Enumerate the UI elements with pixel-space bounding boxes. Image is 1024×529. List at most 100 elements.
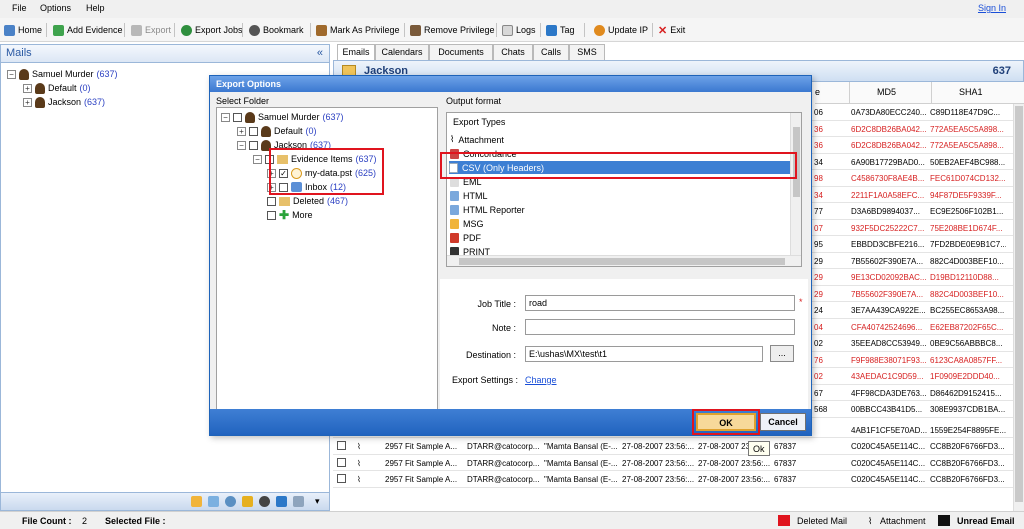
row-checkbox[interactable] [337,474,346,483]
chevron-down-icon[interactable]: ▾ [315,496,320,507]
eye-icon[interactable] [259,496,270,507]
scrollbar-thumb[interactable] [1015,106,1023,502]
row-checkbox[interactable] [337,441,346,450]
collapse-icon[interactable]: − [7,69,16,79]
job-title-input[interactable] [525,295,795,311]
folder-checkbox[interactable] [265,154,274,164]
tab-emails[interactable]: Emails [337,44,375,60]
logs-icon [502,24,513,36]
collapse-icon[interactable]: − [253,154,262,164]
expand-icon[interactable]: + [23,83,32,93]
export-type-pdf[interactable]: PDF [450,231,481,244]
collapse-panel-icon[interactable]: « [317,47,323,59]
export-type-attachment[interactable]: ⌇ Attachment [450,133,504,146]
tree-item-deleted[interactable]: Deleted (467) [267,194,348,208]
tree-item-more[interactable]: ✚ More [267,208,313,222]
tree-item-samuel-murder[interactable]: − Samuel Murder (637) [221,110,344,124]
sign-in-link[interactable]: Sign In [978,3,1006,13]
key-icon[interactable] [242,496,253,507]
tab-calls[interactable]: Calls [533,44,569,60]
export-type-html-reporter[interactable]: HTML Reporter [450,203,525,216]
calendar-view-icon[interactable] [208,496,219,507]
column-header-sha1[interactable]: SHA1 [959,87,983,97]
export-button[interactable]: Export [131,22,171,38]
add-evidence-button[interactable]: Add Evidence [53,22,123,38]
export-type-concordance[interactable]: Concordance [450,147,517,160]
table-row[interactable]: ⌇ 2957 Fit Sample A... DTARR@catocorp... "M… [333,471,1024,488]
cell-sha1: EC9E2506F102B1... [930,207,1004,216]
expand-icon[interactable]: + [237,126,246,136]
search-icon[interactable] [225,496,236,507]
tree-item-jackson[interactable]: + Jackson (637) [23,95,105,109]
list-scrollbar[interactable] [790,113,801,256]
logs-button[interactable]: Logs [502,22,536,38]
export-jobs-button[interactable]: Export Jobs [181,22,243,38]
scrollbar-thumb[interactable] [459,258,785,265]
toolbar-divider [652,23,653,37]
inbox-checkbox[interactable] [279,182,288,192]
select-folder-label: Select Folder [216,96,270,106]
folder-checkbox[interactable] [249,140,258,150]
cell-size: 24 [814,306,823,315]
table-row[interactable]: ⌇ 2957 Fit Sample A... DTARR@catocorp... "M… [333,455,1024,471]
folder-checkbox[interactable] [249,126,258,136]
tree-item-evidence-items[interactable]: − Evidence Items (637) [253,152,377,166]
clipboard-icon[interactable] [293,496,304,507]
change-settings-link[interactable]: Change [525,375,557,385]
tab-chats[interactable]: Chats [493,44,533,60]
tree-item-inbox[interactable]: + Inbox (12) [267,180,346,194]
update-ip-button[interactable]: Update IP [594,22,648,38]
home-button[interactable]: Home [4,22,42,38]
exit-button[interactable]: ✕ Exit [658,22,685,38]
column-header-size[interactable]: e [815,87,820,97]
scrollbar-thumb[interactable] [793,127,800,197]
tree-item-default[interactable]: + Default (0) [237,124,317,138]
tree-item-default[interactable]: + Default (0) [23,81,91,95]
export-type-csv[interactable]: CSV (Only Headers) [449,161,791,174]
collapse-icon[interactable]: − [237,140,246,150]
cancel-button[interactable]: Cancel [760,413,806,431]
tab-documents[interactable]: Documents [429,44,493,60]
table-row[interactable]: ⌇ 2957 Fit Sample A... DTARR@catocorp... "M… [333,438,1024,455]
menu-help[interactable]: Help [86,3,105,13]
expand-icon[interactable]: + [23,97,32,107]
note-input[interactable] [525,319,795,335]
mark-privilege-button[interactable]: Mark As Privilege [316,22,400,38]
remove-privilege-button[interactable]: Remove Privilege [410,22,495,38]
deleted-checkbox[interactable] [267,196,276,206]
more-checkbox[interactable] [267,210,276,220]
tree-item-jackson[interactable]: − Jackson (637) [237,138,331,152]
required-mark: * [799,297,803,307]
browse-button[interactable]: ... [770,345,794,362]
export-type-eml[interactable]: EML [450,175,482,188]
vertical-scrollbar[interactable] [1013,104,1024,511]
pst-checkbox[interactable]: ✓ [279,168,288,178]
note-label: Note : [491,323,516,333]
folder-checkbox[interactable] [233,112,242,122]
cell-md5: 3E7AA439CA922E... [851,306,926,315]
mail-view-icon[interactable] [191,496,202,507]
tree-item-my-data-pst[interactable]: + ✓ my-data.pst (625) [267,166,376,180]
toolbar-divider [584,23,585,37]
tab-sms[interactable]: SMS [569,44,605,60]
list-hscrollbar[interactable] [447,255,801,266]
collapse-icon[interactable]: − [221,112,230,122]
ok-button[interactable]: OK [696,413,756,431]
expand-icon[interactable]: + [267,182,276,192]
tag-button[interactable]: Tag [546,22,575,38]
menu-options[interactable]: Options [40,3,71,13]
tab-calendars[interactable]: Calendars [375,44,429,60]
tree-item-samuel-murder[interactable]: − Samuel Murder (637) [7,67,118,81]
export-type-msg[interactable]: MSG [450,217,484,230]
destination-input[interactable] [525,346,763,362]
bookmark-button[interactable]: Bookmark [249,22,304,38]
column-header-md5[interactable]: MD5 [877,87,896,97]
cell-md5: 932F5DC25222C7... [851,223,925,233]
row-checkbox[interactable] [337,457,346,467]
cell-sha1: E62EB87202F65C... [930,322,1004,332]
mails-header: Mails « [1,45,329,63]
expand-icon[interactable]: + [267,168,276,178]
menu-file[interactable]: File [12,3,27,13]
tag-icon[interactable] [276,496,287,507]
export-type-html[interactable]: HTML [450,189,488,202]
